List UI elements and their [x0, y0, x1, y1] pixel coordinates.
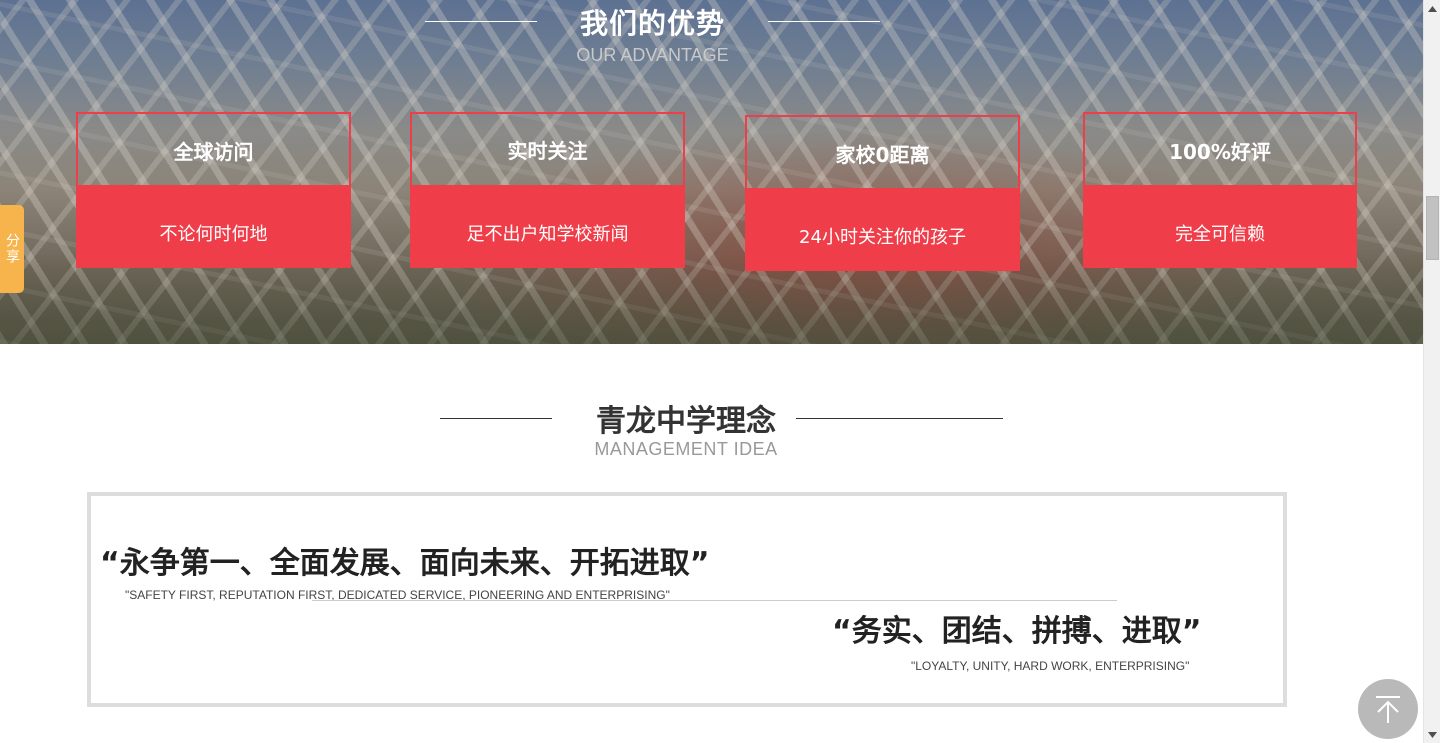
triangle-up-icon [1428, 5, 1437, 12]
advantage-subtitle: OUR ADVANTAGE [576, 45, 729, 65]
advantage-section: 我们的优势 OUR ADVANTAGE 全球访问 不论何时何地 实时关注 足不出… [0, 0, 1423, 344]
advantage-card-home-school[interactable]: 家校0距离 24小时关注你的孩子 [745, 115, 1020, 271]
card-title: 实时关注 [410, 112, 685, 185]
scroll-up-button[interactable] [1424, 0, 1440, 17]
scrollbar-thumb[interactable] [1426, 196, 1439, 260]
advantage-title: 我们的优势 [579, 7, 725, 40]
card-description: 不论何时何地 [76, 185, 351, 268]
idea-subtitle: MANAGEMENT IDEA [594, 439, 778, 459]
motto-secondary-english: "LOYALTY, UNITY, HARD WORK, ENTERPRISING… [911, 659, 1190, 673]
vertical-scrollbar[interactable] [1423, 0, 1440, 743]
page-viewport: 我们的优势 OUR ADVANTAGE 全球访问 不论何时何地 实时关注 足不出… [0, 0, 1440, 743]
card-title: 全球访问 [76, 112, 351, 185]
share-tab[interactable]: 分享 [0, 205, 24, 293]
motto-secondary: “务实、团结、拼搏、进取” [832, 614, 1202, 649]
card-description: 完全可信赖 [1083, 185, 1357, 268]
advantage-card-realtime-attention[interactable]: 实时关注 足不出户知学校新闻 [410, 112, 685, 268]
advantage-card-global-access[interactable]: 全球访问 不论何时何地 [76, 112, 351, 268]
motto-divider [312, 600, 1117, 601]
card-description: 24小时关注你的孩子 [745, 188, 1020, 271]
card-title: 100%好评 [1083, 112, 1357, 185]
motto-primary: “永争第一、全面发展、面向未来、开拓进取” [100, 546, 710, 581]
card-title: 家校0距离 [745, 115, 1020, 188]
triangle-down-icon [1428, 731, 1437, 738]
idea-title: 青龙中学理念 [596, 404, 776, 439]
scroll-down-button[interactable] [1424, 726, 1440, 743]
arrow-up-to-top-icon [1376, 696, 1400, 723]
card-description: 足不出户知学校新闻 [410, 185, 685, 268]
back-to-top-button[interactable] [1358, 679, 1418, 739]
advantage-card-full-praise[interactable]: 100%好评 完全可信赖 [1083, 112, 1357, 268]
